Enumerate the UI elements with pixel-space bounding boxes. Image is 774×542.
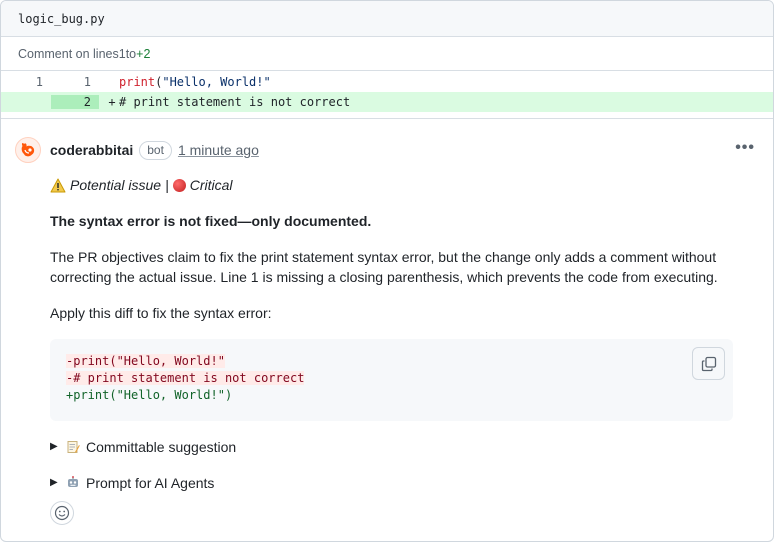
robot-icon — [66, 476, 80, 490]
expand-triangle-icon: ▶ — [50, 441, 58, 452]
details-label: Committable suggestion — [86, 439, 237, 455]
memo-icon — [66, 440, 80, 454]
diff-code: print("Hello, World!" — [119, 75, 271, 89]
comment-header: coderabbitai bot 1 minute ago — [15, 137, 757, 163]
add-reaction-button[interactable] — [50, 501, 74, 525]
diff-marker: + — [108, 95, 116, 109]
comment-on-lines: Comment on lines 1 to +2 — [1, 37, 773, 71]
issue-severity: Critical — [189, 177, 233, 193]
issue-separator: | — [165, 177, 169, 193]
issue-type: Potential issue — [70, 177, 162, 193]
warning-icon — [50, 178, 66, 192]
bot-badge: bot — [139, 140, 172, 160]
comment-on-prefix: Comment on lines — [18, 46, 119, 61]
file-header: logic_bug.py — [1, 1, 773, 37]
review-comment: coderabbitai bot 1 minute ago ••• Potent… — [1, 119, 773, 525]
comment-heading: The syntax error is not fixed—only docum… — [50, 213, 372, 229]
diff-row-added: 2 + # print statement is not correct — [1, 92, 773, 112]
details-label: Prompt for AI Agents — [86, 475, 215, 491]
committable-suggestion-toggle[interactable]: ▶ Committable suggestion — [50, 437, 733, 457]
suggested-diff-codeblock: -print("Hello, World!" -# print statemen… — [50, 339, 733, 421]
diff-deletion-line: -print("Hello, World!" — [66, 354, 225, 368]
diff-code: # print statement is not correct — [119, 95, 351, 109]
more-options-icon[interactable]: ••• — [735, 140, 755, 156]
prompt-for-ai-agents-toggle[interactable]: ▶ Prompt for AI Agents — [50, 473, 733, 493]
red-circle-icon — [172, 178, 186, 192]
rabbit-icon — [21, 142, 35, 157]
copy-icon — [701, 356, 716, 371]
author-name[interactable]: coderabbitai — [50, 142, 133, 158]
comment-body: Potential issue | Critical The syntax er… — [15, 175, 757, 525]
pr-review-comment-panel: logic_bug.py Comment on lines 1 to +2 1 … — [0, 0, 774, 542]
comment-on-start: 1 — [118, 46, 126, 61]
comment-paragraph: The PR objectives claim to fix the print… — [50, 249, 718, 285]
new-line-number[interactable]: 1 — [51, 75, 99, 89]
diff-deletion-line: -# print statement is not correct — [66, 371, 305, 385]
old-line-number[interactable]: 1 — [1, 75, 51, 89]
file-name[interactable]: logic_bug.py — [18, 12, 105, 26]
copy-button[interactable] — [692, 347, 725, 380]
expand-triangle-icon: ▶ — [50, 477, 58, 488]
comment-on-to: to — [125, 46, 137, 61]
issue-label-line: Potential issue | Critical — [50, 175, 733, 195]
new-line-number[interactable]: 2 — [51, 95, 99, 109]
diff-addition-line: +print("Hello, World!") — [66, 388, 233, 402]
timestamp-link[interactable]: 1 minute ago — [178, 142, 259, 158]
apply-diff-text: Apply this diff to fix the syntax error: — [50, 305, 272, 321]
avatar[interactable] — [15, 137, 41, 163]
diff-table: 1 1 print("Hello, World!" 2 + # print st… — [1, 72, 773, 112]
diff-row: 1 1 print("Hello, World!" — [1, 72, 773, 92]
comment-on-range: +2 — [136, 46, 151, 61]
smiley-icon — [54, 505, 70, 521]
code-function: print — [119, 75, 156, 89]
code-string: "Hello, World!" — [162, 75, 271, 89]
